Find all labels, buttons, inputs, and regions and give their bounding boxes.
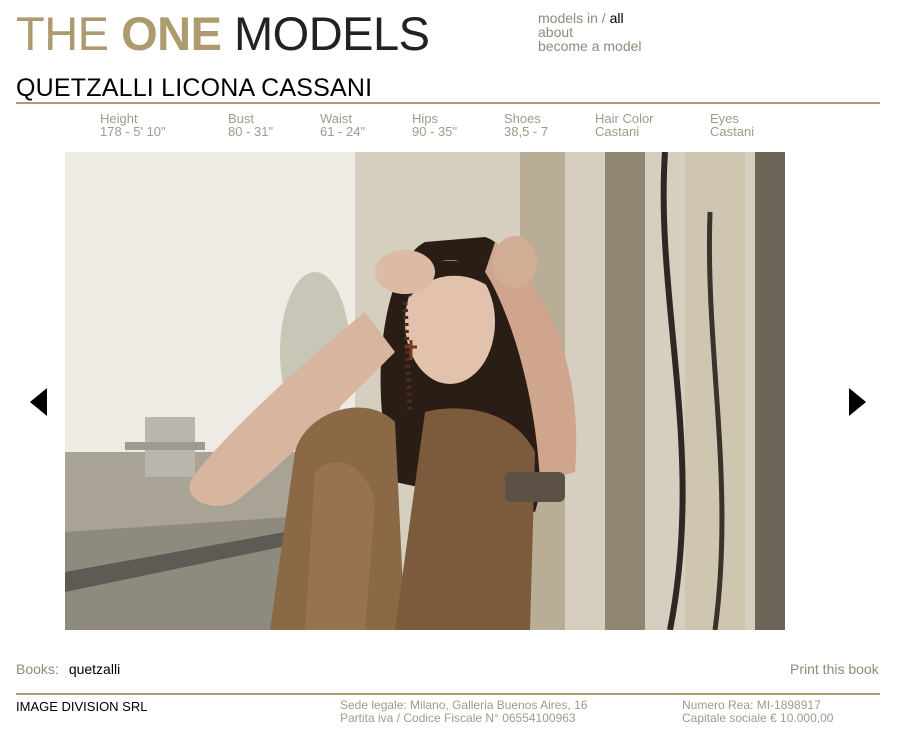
books-section: Books: quetzalli [16,661,120,677]
nav-about[interactable]: about [538,25,642,39]
footer-address: Sede legale: Milano, Galleria Buenos Air… [340,699,587,725]
stat-hips: Hips 90 - 35" [412,112,457,138]
photo-illustration [65,152,785,630]
book-link-quetzalli[interactable]: quetzalli [69,661,120,677]
stat-bust: Bust 80 - 31" [228,112,273,138]
stat-hair-color: Hair Color Castani [595,112,654,138]
logo-part-one: ONE [121,7,222,60]
stat-value: Castani [710,124,755,139]
footer-address-line2: Partita iva / Codice Fiscale N° 06554100… [340,711,576,725]
books-label: Books: [16,661,59,677]
triangle-right-icon [849,388,866,416]
nav-all[interactable]: all [610,10,624,26]
top-nav: models in / all about become a model [538,11,642,53]
stat-eyes: Eyes Castani [710,112,754,138]
header-divider [16,102,880,104]
print-book-link[interactable]: Print this book [790,661,879,677]
nav-separator: / [597,10,610,26]
footer-capital: Capitale sociale € 10.000,00 [682,711,834,725]
footer-company: IMAGE DIVISION SRL [16,699,148,714]
stat-height: Height 178 - 5' 10" [100,112,166,138]
stat-value: 80 - 31" [228,124,274,139]
stat-waist: Waist 61 - 24" [320,112,365,138]
stat-value: Castani [595,124,640,139]
stat-value: 38,5 - 7 [504,124,549,139]
footer-divider [16,693,880,695]
next-photo-button[interactable] [847,387,867,417]
stat-shoes: Shoes 38,5 - 7 [504,112,548,138]
nav-become-model[interactable]: become a model [538,39,642,53]
stat-value: 178 - 5' 10" [100,124,166,139]
model-name: QUETZALLI LICONA CASSANI [16,74,373,102]
stat-value: 90 - 35" [412,124,458,139]
triangle-left-icon [30,388,47,416]
site-logo[interactable]: THE ONE MODELS [16,7,430,60]
footer-registry: Numero Rea: MI-1898917 Capitale sociale … [682,699,833,725]
logo-part-the: THE [16,7,122,60]
model-photo [65,152,785,630]
prev-photo-button[interactable] [29,387,49,417]
logo-part-models: MODELS [221,7,430,60]
stat-value: 61 - 24" [320,124,366,139]
